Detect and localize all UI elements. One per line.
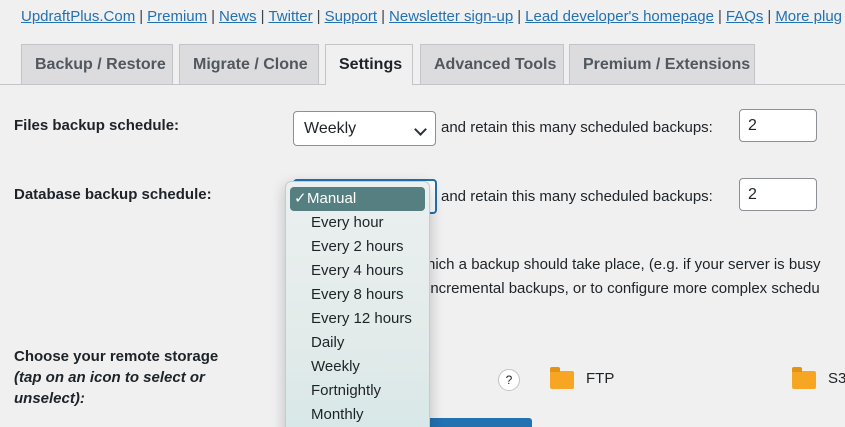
dropdown-option-monthly[interactable]: Monthly <box>290 403 425 427</box>
link-separator: | <box>767 8 772 25</box>
db-schedule-label: Database backup schedule: <box>14 186 212 203</box>
schedule-description-line1: hich a backup should take place, (e.g. i… <box>427 256 821 273</box>
link-premium[interactable]: Premium <box>147 8 207 25</box>
files-schedule-label: Files backup schedule: <box>14 117 180 134</box>
db-retain-input[interactable]: 2 <box>739 178 817 211</box>
link-separator: | <box>517 8 522 25</box>
dropdown-option-manual[interactable]: ✓Manual <box>290 187 425 211</box>
folder-icon[interactable] <box>550 367 574 389</box>
files-schedule-value: Weekly <box>304 120 357 137</box>
remote-storage-hint-2: unselect): <box>14 390 85 407</box>
dropdown-option-every-2-hours[interactable]: Every 2 hours <box>290 235 425 259</box>
link-newsletter[interactable]: Newsletter sign-up <box>389 8 513 25</box>
tab-settings[interactable]: Settings <box>325 44 413 85</box>
link-support[interactable]: Support <box>325 8 378 25</box>
dropdown-option-every-12-hours[interactable]: Every 12 hours <box>290 307 425 331</box>
files-retain-text: and retain this many scheduled backups: <box>441 119 713 136</box>
top-links-bar: UpdraftPlus.Com | Premium | News | Twitter | Sup… <box>21 8 842 25</box>
primary-button[interactable] <box>420 418 532 427</box>
link-faqs[interactable]: FAQs <box>726 8 764 25</box>
storage-option-ftp[interactable]: FTP <box>586 370 614 387</box>
tab-advanced-tools[interactable]: Advanced Tools <box>420 44 564 84</box>
tab-backup-restore[interactable]: Backup / Restore <box>21 44 173 84</box>
dropdown-option-label: Manual <box>307 190 357 207</box>
help-icon[interactable]: ? <box>498 369 520 391</box>
db-retain-text: and retain this many scheduled backups: <box>441 188 713 205</box>
remote-storage-title: Choose your remote storage <box>14 348 219 365</box>
link-twitter[interactable]: Twitter <box>268 8 312 25</box>
tab-migrate-clone[interactable]: Migrate / Clone <box>179 44 319 84</box>
link-separator: | <box>717 8 722 25</box>
dropdown-option-fortnightly[interactable]: Fortnightly <box>290 379 425 403</box>
link-updraftplus[interactable]: UpdraftPlus.Com <box>21 8 135 25</box>
settings-tab-bar: Backup / Restore Migrate / Clone Setting… <box>0 44 845 85</box>
link-lead-developer[interactable]: Lead developer's homepage <box>525 8 714 25</box>
link-news[interactable]: News <box>219 8 257 25</box>
dropdown-option-every-4-hours[interactable]: Every 4 hours <box>290 259 425 283</box>
remote-storage-hint-1: (tap on an icon to select or <box>14 369 205 386</box>
files-retain-input[interactable]: 2 <box>739 109 817 142</box>
schedule-description-line2: incremental backups, or to configure mor… <box>427 280 820 297</box>
link-more-plugins[interactable]: More plug <box>775 8 842 25</box>
tab-premium-extensions[interactable]: Premium / Extensions <box>569 44 755 84</box>
dropdown-option-weekly[interactable]: Weekly <box>290 355 425 379</box>
dropdown-option-every-8-hours[interactable]: Every 8 hours <box>290 283 425 307</box>
files-schedule-select[interactable]: Weekly <box>293 111 436 146</box>
dropdown-option-every-hour[interactable]: Every hour <box>290 211 425 235</box>
dropdown-option-daily[interactable]: Daily <box>290 331 425 355</box>
link-separator: | <box>260 8 265 25</box>
folder-icon[interactable] <box>792 367 816 389</box>
storage-option-s3[interactable]: S3 <box>828 370 845 387</box>
remote-storage-label: Choose your remote storage (tap on an ic… <box>14 346 218 409</box>
checkmark-icon: ✓ <box>294 190 307 207</box>
schedule-dropdown-list: ✓Manual Every hour Every 2 hours Every 4… <box>285 181 430 427</box>
chevron-down-icon <box>414 123 427 136</box>
link-separator: | <box>316 8 321 25</box>
link-separator: | <box>381 8 386 25</box>
link-separator: | <box>211 8 216 25</box>
link-separator: | <box>139 8 144 25</box>
